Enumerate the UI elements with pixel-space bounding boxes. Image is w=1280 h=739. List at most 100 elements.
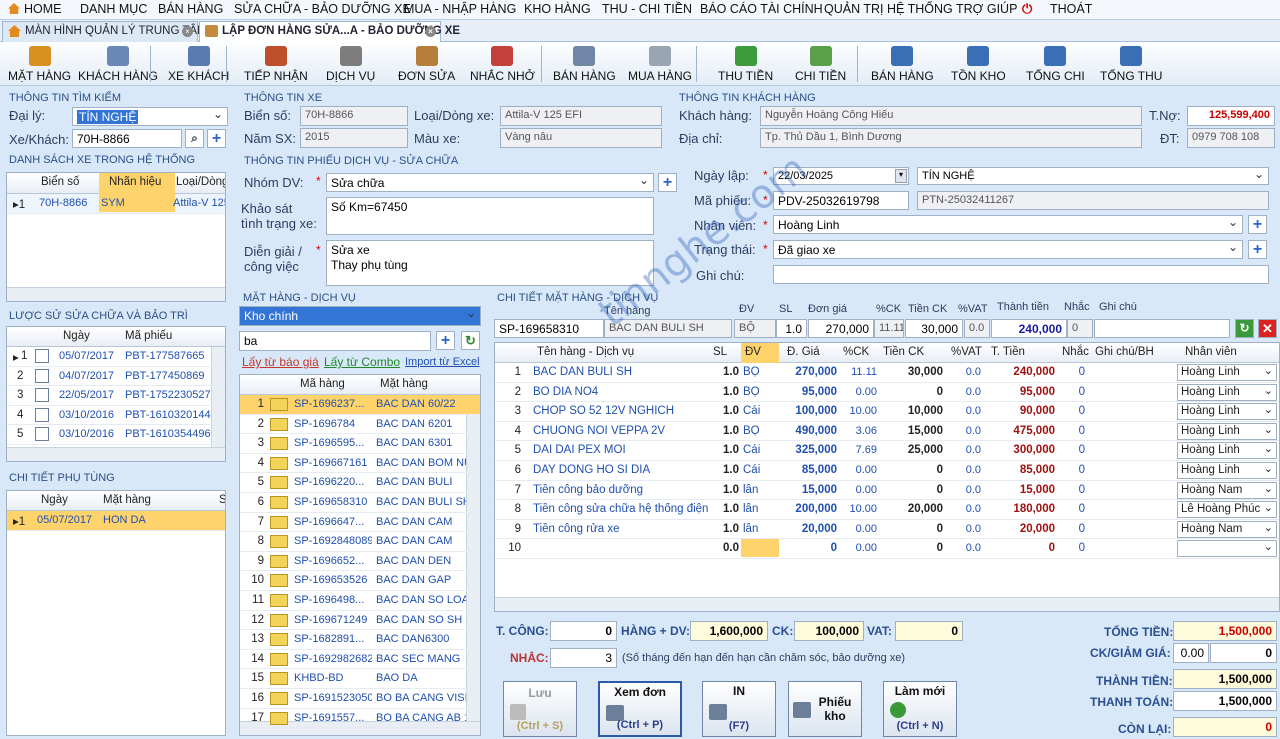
cell-vat[interactable]: 0.0 — [947, 425, 981, 437]
cell-vat[interactable]: 0.0 — [947, 386, 981, 398]
add-icon[interactable]: + — [207, 129, 226, 148]
cell-name[interactable]: BAC DAN BULI SH — [533, 366, 711, 378]
cell-vat[interactable]: 0.0 — [947, 444, 981, 456]
refresh-icon[interactable]: ↻ — [461, 331, 480, 350]
table-row[interactable]: 8 SP-1692848089 BAC DAN CAM — [240, 532, 480, 552]
nhom-dv-select[interactable]: Sửa chữa — [326, 173, 654, 192]
cell-gia[interactable]: 20,000 — [781, 523, 837, 535]
cell-tt[interactable]: 300,000 — [985, 444, 1055, 456]
cell-gia[interactable]: 95,000 — [781, 386, 837, 398]
dai-ly-select[interactable]: TÍN NGHỆ — [917, 167, 1269, 185]
cell-vat[interactable]: 0.0 — [947, 366, 981, 378]
cell-nhac[interactable]: 0 — [1065, 464, 1085, 476]
cell-name[interactable]: Tiền công rửa xe — [533, 523, 711, 535]
cell-sl[interactable]: 1.0 — [707, 386, 739, 398]
cell-name[interactable]: CHÓP SO 52 12V NGHICH — [533, 405, 711, 417]
entry-price-input[interactable]: 270,000 — [808, 319, 874, 338]
cell-ck[interactable]: 0.00 — [841, 386, 877, 398]
cell-sl[interactable]: 1.0 — [707, 444, 739, 456]
menu-item[interactable]: BÁN HÀNG — [158, 2, 223, 16]
toolbar-button[interactable]: DỊCH VỤ — [326, 46, 375, 83]
toolbar-button[interactable]: TỒN KHO — [951, 46, 1006, 83]
cell-name[interactable]: BO DIA NO4 — [533, 386, 711, 398]
cell-dv[interactable]: lần — [743, 503, 758, 515]
menu-item[interactable]: SỬA CHỮA - BẢO DƯỠNG XE — [234, 2, 411, 16]
table-row[interactable]: 3 22/05/2017 PBT-1752230527 — [7, 386, 225, 406]
cell-dv[interactable]: BỘ — [743, 386, 760, 398]
khao-sat-textarea[interactable]: Số Km=67450 — [326, 197, 654, 235]
table-row[interactable]: 11 SP-1696498... BAC DAN SO LOAI — [240, 591, 480, 611]
entry-qty-input[interactable]: 1.0 — [776, 319, 807, 338]
cell-ck[interactable]: 3.06 — [841, 425, 877, 437]
cell-ck[interactable]: 0.00 — [841, 542, 877, 554]
nhan-vien-select[interactable]: Hoàng Linh ⌄ — [1177, 364, 1277, 381]
cell-gia[interactable]: 85,000 — [781, 464, 837, 476]
cell-sl[interactable]: 0.0 — [707, 542, 739, 554]
cell-dv[interactable]: Cái — [743, 444, 760, 456]
entry-ck-field[interactable]: 11.11 — [874, 319, 904, 338]
cell-gia[interactable]: 0 — [781, 542, 837, 554]
entry-code-input[interactable]: SP-169658310 — [494, 319, 604, 338]
cell-gia[interactable]: 15,000 — [781, 484, 837, 496]
cell-tt[interactable]: 240,000 — [985, 366, 1055, 378]
close-icon[interactable]: × — [182, 26, 193, 37]
cell-sl[interactable]: 1.0 — [707, 464, 739, 476]
nhan-vien-select[interactable]: Hoàng Nam ⌄ — [1177, 481, 1277, 499]
toolbar-button[interactable]: TIẾP NHẬN — [244, 46, 308, 83]
print-button[interactable]: IN (F7) — [702, 681, 776, 737]
table-row[interactable]: ▸1 05/07/2017 HON DA — [7, 511, 225, 531]
cell-gia[interactable]: 200,000 — [781, 503, 837, 515]
toolbar-button[interactable]: MẶT HÀNG — [8, 46, 71, 83]
table-row[interactable]: 3 CHÓP SO 52 12V NGHICH 1.0 Cái 100,000 10.00… — [495, 402, 1279, 422]
table-row[interactable]: 8 Tiền công sửa chữa hệ thống điện 1.0 lần 2… — [495, 500, 1279, 520]
table-row[interactable]: 1 SP-1696237... BAC DAN 60/22 — [240, 395, 480, 415]
table-row[interactable]: 14 SP-1692982682 BAC SEC MANG — [240, 650, 480, 670]
cell-nhac[interactable]: 0 — [1065, 386, 1085, 398]
add-icon[interactable]: + — [658, 173, 677, 192]
cell-tt[interactable]: 180,000 — [985, 503, 1055, 515]
cell-ck[interactable]: 11.11 — [841, 366, 877, 378]
table-row[interactable]: 7 SP-1696647... BAC DAN CAM — [240, 513, 480, 533]
cell-tck[interactable]: 0 — [881, 464, 943, 476]
menu-item[interactable]: DANH MỤC — [80, 2, 147, 16]
table-row[interactable]: 6 SP-169658310 BAC DAN BULI SH — [240, 493, 480, 513]
stock-slip-button[interactable]: Phiếu kho — [788, 681, 862, 737]
delete-icon[interactable]: ✕ — [1258, 319, 1277, 338]
toolbar-button[interactable]: BÁN HÀNG — [871, 46, 934, 83]
nhan-vien-select[interactable]: Hoàng Linh ⌄ — [1177, 383, 1277, 401]
add-icon[interactable]: + — [1248, 240, 1267, 259]
table-row[interactable]: 2 BO DIA NO4 1.0 BỘ 95,000 0.00 0 0.0 95,000 0 Hoà… — [495, 383, 1279, 403]
cell-gia[interactable]: 325,000 — [781, 444, 837, 456]
toolbar-button[interactable]: KHÁCH HÀNG — [78, 46, 158, 83]
nhan-vien-select[interactable]: Hoàng Linh ⌄ — [1177, 403, 1277, 421]
search-icon[interactable]: ⌕ — [185, 129, 204, 148]
cell-name[interactable]: Tiền công sửa chữa hệ thống điện — [533, 503, 711, 515]
toolbar-button[interactable]: THU TIỀN — [718, 46, 773, 83]
table-row[interactable]: 3 SP-1696595... BAC DAN 6301 — [240, 434, 480, 454]
table-row[interactable]: 1 BAC DAN BULI SH 1.0 BỘ 270,000 11.11 30,000 0… — [495, 363, 1279, 383]
cell-gia[interactable]: 100,000 — [781, 405, 837, 417]
cell-sl[interactable]: 1.0 — [707, 425, 739, 437]
add-icon[interactable]: + — [436, 331, 455, 350]
trang-thai-select[interactable]: Đã giao xe — [773, 240, 1243, 259]
nhan-vien-select[interactable]: Hoàng Linh ⌄ — [1177, 462, 1277, 479]
table-row[interactable]: 16 SP-1691523050 BO BA CANG VISIOI — [240, 689, 480, 709]
ghi-chu-input[interactable] — [773, 265, 1269, 284]
table-row[interactable]: 17 SP-1691557... BO BA CANG AB 1 — [240, 709, 480, 729]
tab-repair-order[interactable]: LẬP ĐƠN HÀNG SỬA...A - BẢO DƯỠNG XE × — [199, 21, 460, 42]
table-row[interactable]: 9 SP-1696652... BAC DAN DEN — [240, 552, 480, 572]
cell-nhac[interactable]: 0 — [1065, 523, 1085, 535]
menu-item[interactable]: THOÁT — [1050, 2, 1092, 16]
table-row[interactable]: 6 DAY DONG HO SI DIA 1.0 Cái 85,000 0.00 0 0.0 8… — [495, 461, 1279, 481]
cell-vat[interactable]: 0.0 — [947, 523, 981, 535]
cell-dv[interactable]: BỘ — [743, 366, 760, 378]
cell-ck[interactable]: 0.00 — [841, 484, 877, 496]
cell-tt[interactable]: 15,000 — [985, 484, 1055, 496]
entry-nhac-input[interactable]: 0 — [1067, 319, 1093, 338]
cell-tt[interactable]: 85,000 — [985, 464, 1055, 476]
from-combo-link[interactable]: Lấy từ Combo — [324, 355, 400, 369]
import-excel-link[interactable]: Import từ Excel — [405, 356, 480, 368]
nhan-vien-select[interactable]: Hoàng Nam ⌄ — [1177, 520, 1277, 538]
cell-tck[interactable]: 20,000 — [881, 503, 943, 515]
cell-ck[interactable]: 0.00 — [841, 464, 877, 476]
